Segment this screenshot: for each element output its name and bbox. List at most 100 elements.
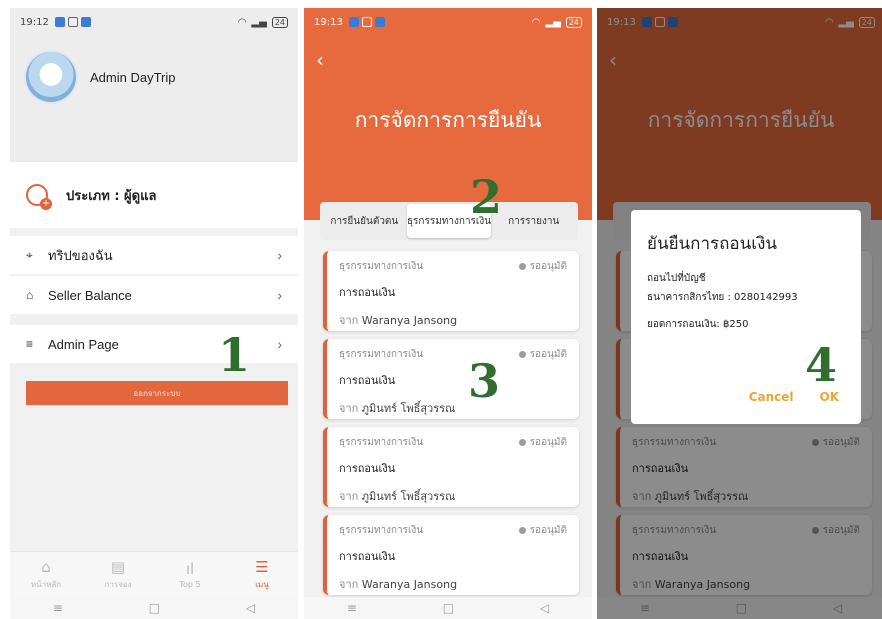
home-icon: ⌂	[41, 557, 51, 576]
status-text: รออนุมัติ	[529, 349, 567, 360]
nav-label: เมนู	[255, 579, 269, 589]
nav-menu[interactable]: ☰ เมนู	[232, 559, 292, 591]
app-notification-icon	[80, 17, 91, 27]
status-dot-icon	[518, 527, 526, 534]
menu-icon: ☰	[255, 557, 269, 576]
transaction-card[interactable]: ธุรกรรมทางการเงิน รออนุมัติ การถอนเงิน จา…	[323, 339, 579, 419]
status-time: 19:12	[20, 16, 49, 28]
card-type: การถอนเงิน	[339, 550, 396, 563]
tab-reports[interactable]: การรายงาน	[491, 204, 576, 238]
status-text: รออนุมัติ	[529, 525, 567, 536]
back-button-icon[interactable]: ◁	[540, 601, 549, 615]
dialog-amount: ยอดการถอนเงิน: ฿250	[647, 319, 749, 330]
screen-withdraw-confirm: 19:13 ◠ ▂▄ 24 ‹ การจัดการการยืนยัน ธุรกร…	[597, 8, 882, 619]
card-from: ภูมินทร์ โพธิ์สุวรรณ	[361, 490, 456, 503]
step-number-3: 3	[468, 354, 501, 408]
transaction-card[interactable]: ธุรกรรมทางการเงิน รออนุมัติ การถอนเงิน จา…	[323, 427, 579, 507]
admin-name: Admin DayTrip	[90, 70, 176, 85]
admin-badge-icon	[26, 184, 52, 210]
card-from: ภูมินทร์ โพธิ์สุวรรณ	[361, 402, 456, 415]
status-right: ◠ ▂▄ 24	[237, 16, 288, 28]
system-navbar: ≡ □ ◁	[10, 597, 298, 619]
status-time: 19:13	[314, 16, 343, 28]
battery-icon: 24	[271, 16, 288, 28]
recents-icon[interactable]: ≡	[53, 601, 63, 615]
status-right: ◠ ▂▄ 24	[531, 16, 582, 28]
card-category: ธุรกรรมทางการเงิน	[339, 525, 424, 536]
menu-item-admin-page[interactable]: ≡ Admin Page ›	[10, 325, 298, 363]
logout-button[interactable]: ออกจากระบบ	[26, 381, 288, 405]
cancel-button[interactable]: Cancel	[749, 390, 794, 404]
nav-booking[interactable]: ▤ การจอง	[88, 559, 148, 591]
dialog-account-number: ธนาคารกสิกรไทย : 0280142993	[647, 292, 798, 303]
menu-item-label: Admin Page	[48, 336, 119, 352]
avatar[interactable]	[24, 50, 78, 104]
status-badge: รออนุมัติ	[518, 347, 567, 362]
chevron-right-icon: ›	[277, 336, 282, 352]
booking-icon: ▤	[110, 557, 126, 576]
home-button-icon[interactable]: □	[443, 601, 454, 615]
status-badge: รออนุมัติ	[518, 523, 567, 538]
tab-identity-verification[interactable]: การยืนยันตัวตน	[322, 204, 407, 238]
signal-icon: ▂▄	[251, 16, 267, 28]
nav-label: Top 5	[179, 579, 201, 589]
wifi-icon: ◠	[237, 16, 247, 28]
system-navbar: ≡ □ ◁	[304, 597, 592, 619]
from-prefix: จาก	[339, 490, 359, 503]
from-prefix: จาก	[339, 402, 359, 415]
status-text: รออนุมัติ	[529, 261, 567, 272]
transaction-card[interactable]: ธุรกรรมทางการเงิน รออนุมัติ การถอนเงิน จา…	[323, 251, 579, 331]
app-notification-icon	[348, 17, 359, 27]
app-notification-icon	[361, 17, 372, 27]
screen-profile-menu: 19:12 ◠ ▂▄ 24 Admin DayTrip ประเภท : ผู้…	[10, 8, 298, 619]
chevron-right-icon: ›	[277, 247, 282, 263]
from-prefix: จาก	[339, 314, 359, 327]
step-number-2: 2	[470, 170, 503, 224]
page-title: การจัดการการยืนยัน	[354, 108, 542, 132]
transaction-card[interactable]: ธุรกรรมทางการเงิน รออนุมัติ การถอนเงิน จา…	[323, 515, 579, 595]
chart-icon: ıl	[185, 559, 195, 578]
nav-top5[interactable]: ıl Top 5	[160, 561, 220, 589]
screen-verification-management: 19:13 ◠ ▂▄ 24 ‹ การจัดการการยืนยัน การยื…	[304, 8, 592, 619]
app-notification-icon	[54, 17, 65, 27]
status-badge: รออนุมัติ	[518, 259, 567, 274]
status-bar: 19:12 ◠ ▂▄ 24	[10, 8, 298, 36]
nav-label: การจอง	[104, 579, 132, 589]
notification-icons	[348, 17, 385, 27]
card-type: การถอนเงิน	[339, 374, 396, 387]
app-notification-icon	[67, 17, 78, 27]
card-type: การถอนเงิน	[339, 286, 396, 299]
card-category: ธุรกรรมทางการเงิน	[339, 261, 424, 272]
menu-item-label: Seller Balance	[48, 287, 132, 303]
menu-item-label: ทริปของฉัน	[48, 247, 113, 263]
status-text: รออนุมัติ	[529, 437, 567, 448]
card-category: ธุรกรรมทางการเงิน	[339, 437, 424, 448]
notification-icons	[54, 17, 91, 27]
step-number-1: 1	[218, 328, 251, 382]
ok-button[interactable]: OK	[820, 390, 840, 404]
status-dot-icon	[518, 263, 526, 270]
dialog-buttons: Cancel OK	[749, 390, 839, 404]
card-from: Waranya Jansong	[361, 314, 458, 327]
status-dot-icon	[518, 351, 526, 358]
status-bar: 19:13 ◠ ▂▄ 24	[304, 8, 592, 36]
nav-home[interactable]: ⌂ หน้าหลัก	[16, 559, 76, 591]
home-button-icon[interactable]: □	[149, 601, 160, 615]
card-type: การถอนเงิน	[339, 462, 396, 475]
wifi-icon: ◠	[531, 16, 541, 28]
step-number-4: 4	[805, 338, 838, 392]
back-arrow-icon[interactable]: ‹	[316, 48, 324, 72]
battery-icon: 24	[565, 16, 582, 28]
user-type-row: ประเภท : ผู้ดูแล	[10, 162, 298, 228]
chevron-right-icon: ›	[277, 287, 282, 303]
back-button-icon[interactable]: ◁	[246, 601, 255, 615]
menu-item-my-trips[interactable]: ⌖ ทริปของฉัน ›	[10, 236, 298, 274]
from-prefix: จาก	[339, 578, 359, 591]
card-category: ธุรกรรมทางการเงิน	[339, 349, 424, 360]
menu-item-seller-balance[interactable]: ⌂ Seller Balance ›	[10, 276, 298, 314]
tab-bar: การยืนยันตัวตน ธุรกรรมทางการเงิน การรายง…	[320, 202, 578, 240]
bank-icon: ⌂	[26, 288, 34, 302]
bottom-navigation: ⌂ หน้าหลัก ▤ การจอง ıl Top 5 ☰ เมนู	[10, 551, 298, 597]
dialog-account-label: ถอนไปที่บัญชี	[647, 273, 706, 284]
recents-icon[interactable]: ≡	[347, 601, 357, 615]
